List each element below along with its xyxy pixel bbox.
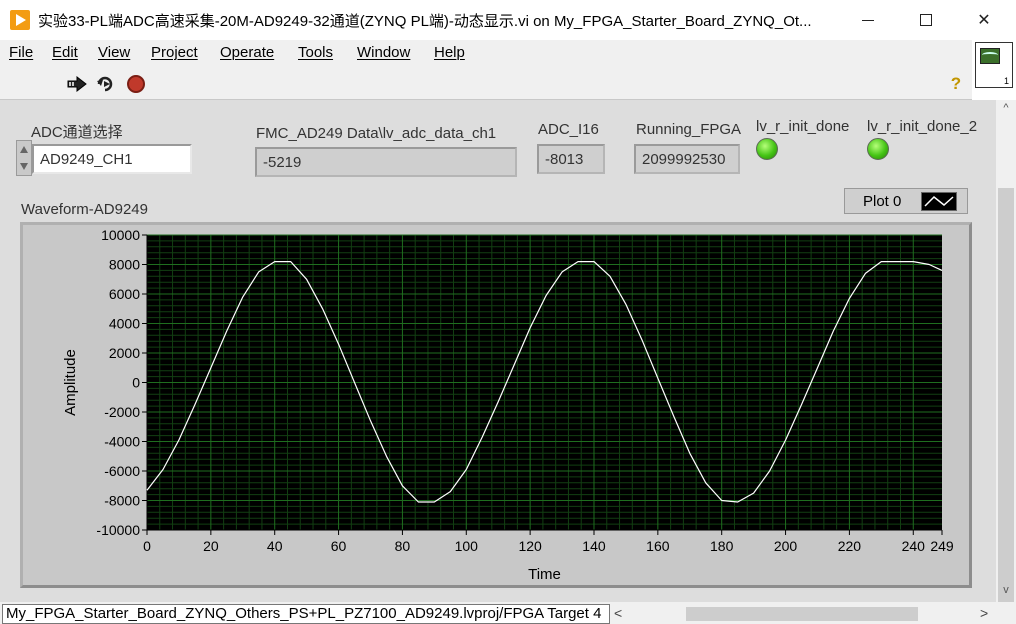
x-tick-label: 200	[774, 538, 798, 554]
vi-connector-icon[interactable]: 1	[975, 42, 1013, 88]
menu-help[interactable]: Help	[434, 44, 465, 61]
vi-icon-label: 1	[1003, 76, 1009, 86]
increment-arrow-icon	[20, 146, 28, 153]
menu-project[interactable]: Project	[151, 44, 198, 61]
x-tick-label: 140	[582, 538, 606, 554]
menu-edit[interactable]: Edit	[52, 44, 78, 61]
x-axis-title: Time	[528, 566, 561, 583]
close-icon: ✕	[977, 12, 991, 29]
run-button[interactable]	[66, 74, 88, 94]
menu-file[interactable]: File	[9, 44, 33, 61]
y-tick-label: -6000	[104, 463, 140, 479]
minimize-icon	[862, 19, 874, 21]
x-tick-label: 20	[203, 538, 219, 554]
x-tick-label: 240	[902, 538, 926, 554]
abort-button[interactable]	[125, 74, 147, 94]
y-tick-label: 8000	[109, 257, 140, 273]
minimize-button[interactable]	[840, 0, 896, 40]
running-fpga-indicator: 2099992530	[634, 144, 740, 174]
x-tick-label: 0	[143, 538, 151, 554]
vertical-scrollbar[interactable]: ^ v	[996, 100, 1016, 616]
menu-bar: File Edit View Project Operate Tools Win…	[0, 40, 972, 66]
x-tick-label: 220	[838, 538, 862, 554]
plot-legend[interactable]: Plot 0	[844, 188, 968, 214]
plot-legend-name: Plot 0	[863, 193, 902, 210]
init-done-2-label: lv_r_init_done_2	[867, 118, 978, 135]
adc-data-indicator: -5219	[255, 147, 517, 177]
x-tick-label: 160	[646, 538, 670, 554]
x-tick-label: 249	[930, 538, 954, 554]
context-help-icon: ?	[950, 74, 962, 93]
maximize-button[interactable]	[898, 0, 954, 40]
scroll-up-icon[interactable]: ^	[996, 102, 1016, 118]
vi-icon-wave	[982, 52, 998, 58]
waveform-graph-label: Waveform-AD9249	[21, 201, 148, 218]
plot-legend-swatch	[921, 192, 957, 211]
menu-view[interactable]: View	[98, 44, 130, 61]
channel-select-label: ADC通道选择	[31, 124, 123, 141]
x-tick-label: 40	[267, 538, 283, 554]
y-axis-title: Amplitude	[62, 349, 79, 416]
y-tick-label: -2000	[104, 404, 140, 420]
vertical-scroll-thumb[interactable]	[998, 188, 1014, 616]
status-bar: My_FPGA_Starter_Board_ZYNQ_Others_PS+PL_…	[0, 602, 1016, 624]
y-tick-label: -10000	[96, 522, 140, 538]
adc-i16-label: ADC_I16	[538, 121, 599, 138]
channel-select-ring[interactable]: AD9249_CH1	[32, 144, 192, 174]
waveform-graph-canvas: 0 20 40 60 80 100 120 140 160 180 200 220 240 249 1000…	[62, 227, 954, 583]
init-done-led	[756, 138, 778, 160]
abort-stop-icon	[127, 75, 145, 93]
scroll-down-icon[interactable]: v	[996, 584, 1016, 600]
adc-data-label: FMC_AD249 Data\lv_adc_data_ch1	[256, 125, 497, 142]
y-tick-label: -8000	[104, 493, 140, 509]
decrement-arrow-icon	[20, 163, 28, 170]
title-bar: 实验33-PL端ADC高速采集-20M-AD9249-32通道(ZYNQ PL端…	[0, 0, 1016, 40]
y-tick-label: 2000	[109, 345, 140, 361]
channel-select-arrows[interactable]	[16, 140, 32, 176]
window-title: 实验33-PL端ADC高速采集-20M-AD9249-32通道(ZYNQ PL端…	[38, 13, 812, 30]
menu-window[interactable]: Window	[357, 44, 410, 61]
horizontal-scroll-thumb[interactable]	[686, 607, 918, 621]
y-tick-label: 10000	[101, 227, 140, 243]
y-tick-label: 0	[132, 375, 140, 391]
y-tick-label: 6000	[109, 286, 140, 302]
line-style-icon	[924, 195, 954, 207]
run-continuously-icon	[97, 76, 113, 92]
x-tick-label: 80	[395, 538, 411, 554]
close-button[interactable]: ✕	[956, 0, 1012, 40]
context-help-button[interactable]: ?	[946, 74, 966, 94]
init-done-label: lv_r_init_done	[756, 118, 850, 135]
adc-i16-indicator: -8013	[537, 144, 605, 174]
menu-operate[interactable]: Operate	[220, 44, 274, 61]
x-tick-label: 100	[455, 538, 479, 554]
toolbar: ?	[0, 66, 972, 100]
x-tick-label: 120	[518, 538, 542, 554]
project-path: My_FPGA_Starter_Board_ZYNQ_Others_PS+PL_…	[2, 604, 610, 624]
run-continuously-button[interactable]	[94, 74, 116, 94]
init-done-2-led	[867, 138, 889, 160]
y-tick-label: 4000	[109, 316, 140, 332]
labview-vi-icon	[10, 10, 30, 30]
y-tick-label: -4000	[104, 434, 140, 450]
maximize-icon	[920, 14, 932, 26]
waveform-graph[interactable]: 0 20 40 60 80 100 120 140 160 180 200 220 240 249 1000…	[20, 222, 972, 588]
x-tick-label: 60	[331, 538, 347, 554]
menu-tools[interactable]: Tools	[298, 44, 333, 61]
run-arrow-icon	[67, 76, 87, 92]
scroll-left-icon[interactable]: <	[614, 605, 622, 621]
running-fpga-label: Running_FPGA	[636, 121, 742, 138]
x-tick-label: 180	[710, 538, 734, 554]
scroll-right-icon[interactable]: >	[980, 605, 988, 621]
